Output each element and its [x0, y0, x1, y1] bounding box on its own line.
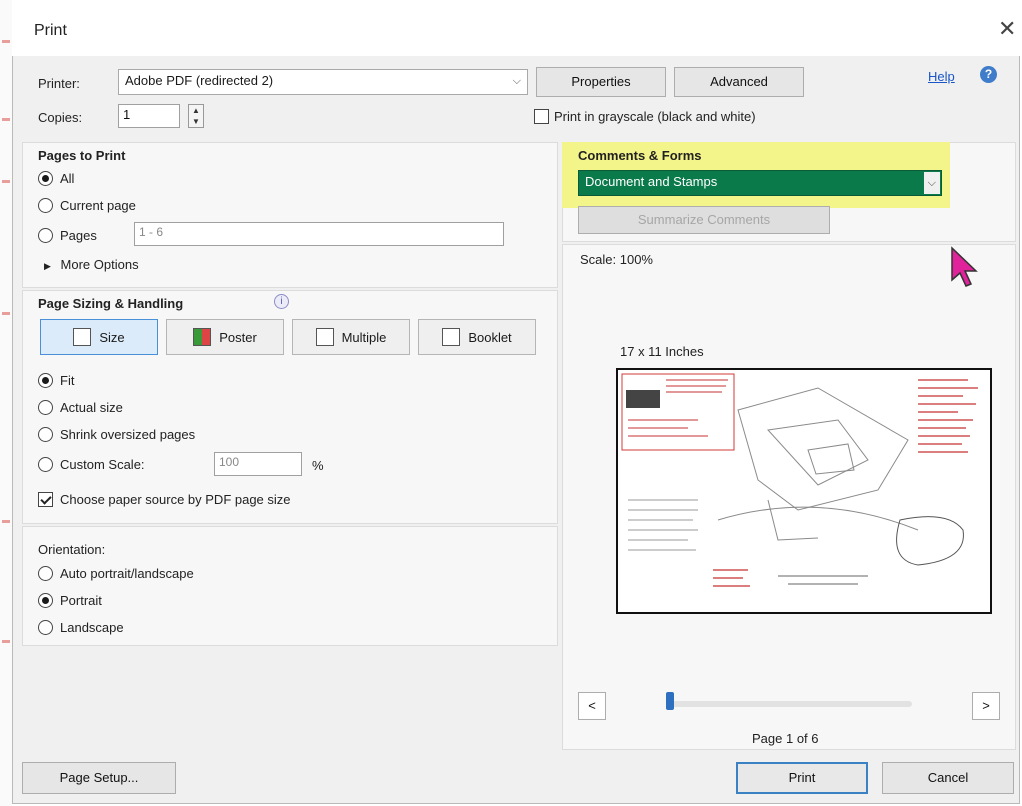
radio-auto-orientation-label: Auto portrait/landscape: [60, 566, 194, 581]
dialog-title: Print: [34, 22, 67, 39]
copies-label: Copies:: [38, 110, 83, 125]
page-counter: Page 1 of 6: [752, 731, 819, 746]
poster-mode-label: Poster: [219, 329, 257, 345]
radio-all[interactable]: [38, 171, 53, 186]
summarize-comments-button[interactable]: Summarize Comments: [578, 206, 830, 234]
drawing-preview: [621, 373, 978, 587]
grayscale-label: Print in grayscale (black and white): [554, 109, 756, 124]
background-document-edge: [0, 0, 12, 806]
radio-fit[interactable]: [38, 373, 53, 388]
page-slider-thumb[interactable]: [666, 692, 674, 710]
stepper-up-icon[interactable]: ▲: [189, 105, 203, 116]
comments-forms-select-value: Document and Stamps: [585, 174, 718, 189]
close-icon[interactable]: ✕: [998, 16, 1016, 42]
multiple-pages-icon: [315, 328, 334, 346]
grayscale-checkbox[interactable]: [534, 109, 549, 124]
title-bar: [12, 6, 1020, 56]
advanced-button[interactable]: Advanced: [674, 67, 804, 97]
custom-scale-input[interactable]: 100: [214, 452, 302, 476]
background-mark: [2, 520, 10, 523]
chevron-down-icon: ⌵: [512, 75, 521, 87]
poster-mode-button[interactable]: Poster: [166, 319, 284, 355]
paper-source-label: Choose paper source by PDF page size: [60, 492, 291, 507]
radio-pages[interactable]: [38, 228, 53, 243]
radio-actual-size[interactable]: [38, 400, 53, 415]
radio-portrait[interactable]: [38, 593, 53, 608]
radio-shrink-oversized-label: Shrink oversized pages: [60, 427, 196, 442]
radio-fit-label: Fit: [60, 373, 75, 388]
radio-auto-orientation[interactable]: [38, 566, 53, 581]
page-slider-track[interactable]: [670, 701, 912, 707]
size-icon: [73, 328, 92, 346]
properties-button[interactable]: Properties: [536, 67, 666, 97]
more-options-toggle[interactable]: ▶ More Options: [44, 257, 139, 272]
radio-current-page[interactable]: [38, 198, 53, 213]
page-preview: [616, 368, 992, 614]
size-mode-label: Size: [99, 329, 125, 345]
paper-size-label: 17 x 11 Inches: [620, 344, 704, 359]
poster-icon: [193, 328, 212, 346]
cancel-button[interactable]: Cancel: [882, 762, 1014, 794]
radio-actual-size-label: Actual size: [60, 400, 123, 415]
background-mark: [2, 312, 10, 315]
multiple-mode-label: Multiple: [341, 329, 387, 345]
copies-stepper[interactable]: ▲ ▼: [188, 104, 204, 128]
triangle-right-icon: ▶: [44, 261, 51, 271]
background-mark: [2, 40, 10, 43]
radio-landscape-label: Landscape: [60, 620, 124, 635]
printer-label: Printer:: [38, 76, 80, 91]
radio-custom-scale-label: Custom Scale:: [60, 457, 145, 472]
pages-to-print-heading: Pages to Print: [38, 148, 126, 163]
stepper-down-icon[interactable]: ▼: [189, 116, 203, 127]
comments-forms-heading: Comments & Forms: [578, 148, 702, 163]
page-setup-button[interactable]: Page Setup...: [22, 762, 176, 794]
copies-input[interactable]: 1: [118, 104, 180, 128]
scale-label: Scale: 100%: [580, 252, 653, 267]
background-mark: [2, 118, 10, 121]
pages-range-input[interactable]: 1 - 6: [134, 222, 504, 246]
background-mark: [2, 180, 10, 183]
info-icon[interactable]: i: [274, 294, 289, 309]
chevron-down-icon: ⌵: [923, 172, 940, 194]
page-sizing-heading: Page Sizing & Handling: [38, 296, 184, 311]
printer-select-value: Adobe PDF (redirected 2): [125, 73, 274, 88]
orientation-heading: Orientation:: [38, 542, 106, 557]
booklet-mode-label: Booklet: [468, 329, 512, 345]
percent-sign: %: [312, 458, 324, 473]
multiple-mode-button[interactable]: Multiple: [292, 319, 410, 355]
paper-source-checkbox[interactable]: [38, 492, 53, 507]
size-mode-button[interactable]: Size: [40, 319, 158, 355]
comments-forms-select[interactable]: Document and Stamps ⌵: [578, 170, 942, 196]
background-mark: [2, 640, 10, 643]
help-icon[interactable]: ?: [980, 66, 997, 83]
mouse-cursor-icon: [951, 246, 978, 287]
radio-current-page-label: Current page: [60, 198, 136, 213]
radio-all-label: All: [60, 171, 75, 186]
radio-landscape[interactable]: [38, 620, 53, 635]
booklet-mode-button[interactable]: Booklet: [418, 319, 536, 355]
previous-page-button[interactable]: <: [578, 692, 606, 720]
radio-pages-label: Pages: [60, 228, 97, 243]
print-button[interactable]: Print: [736, 762, 868, 794]
help-link[interactable]: Help: [928, 69, 955, 84]
booklet-icon: [442, 328, 461, 346]
printer-select[interactable]: Adobe PDF (redirected 2) ⌵: [118, 69, 528, 95]
radio-portrait-label: Portrait: [60, 593, 102, 608]
radio-shrink-oversized[interactable]: [38, 427, 53, 442]
radio-custom-scale[interactable]: [38, 457, 53, 472]
next-page-button[interactable]: >: [972, 692, 1000, 720]
more-options-label: More Options: [60, 257, 139, 272]
